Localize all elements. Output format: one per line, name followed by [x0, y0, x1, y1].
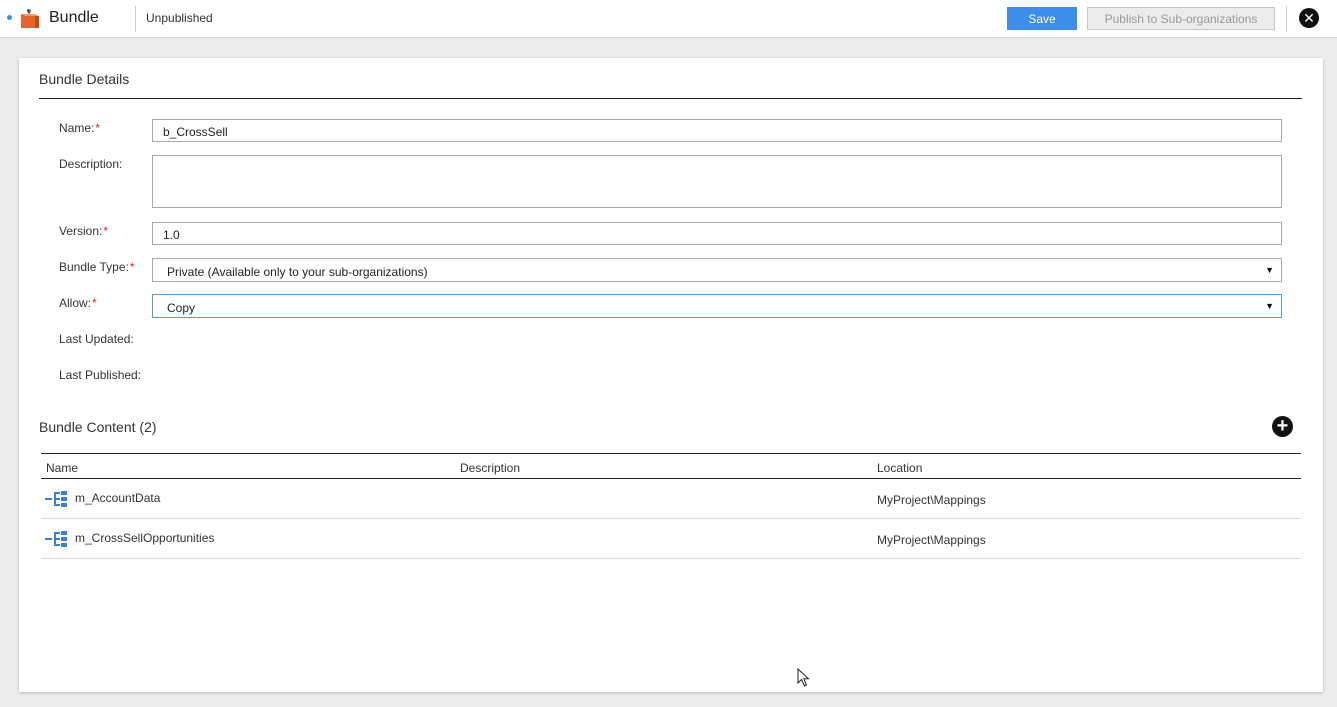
last-published-label: Last Published: [59, 368, 142, 382]
bundle-details-title: Bundle Details [39, 71, 130, 87]
column-header-description[interactable]: Description [460, 461, 520, 475]
column-header-location[interactable]: Location [877, 461, 922, 475]
description-textarea[interactable] [152, 155, 1282, 208]
header-divider [1286, 6, 1287, 32]
header-divider [135, 6, 136, 32]
chevron-down-icon: ▼ [1265, 265, 1274, 275]
row-name[interactable]: m_AccountData [75, 491, 160, 505]
section-divider [39, 98, 1302, 99]
close-icon[interactable]: ✕ [1299, 8, 1319, 28]
bundle-type-select[interactable]: Private (Available only to your sub-orga… [152, 258, 1282, 282]
bundle-type-value: Private (Available only to your sub-orga… [167, 265, 428, 279]
last-updated-label: Last Updated: [59, 332, 134, 346]
required-marker: * [92, 296, 97, 310]
mapping-icon [45, 531, 67, 547]
chevron-down-icon: ▼ [1265, 301, 1274, 311]
allow-select[interactable]: Copy ▼ [152, 294, 1282, 318]
required-marker: * [95, 121, 101, 135]
publish-status: Unpublished [146, 11, 213, 25]
name-label: Name:* [59, 121, 101, 135]
publish-button[interactable]: Publish to Sub-organizations [1087, 7, 1275, 30]
bundle-type-label: Bundle Type:* [59, 260, 135, 274]
bundle-box-icon [21, 9, 39, 28]
version-input[interactable]: 1.0 [152, 222, 1282, 245]
bundle-panel: Bundle Details Name:* b_CrossSell Descri… [19, 58, 1323, 692]
save-button[interactable]: Save [1007, 7, 1077, 30]
app-header: Bundle Unpublished Save Publish to Sub-o… [0, 0, 1337, 38]
row-location: MyProject\Mappings [877, 493, 986, 507]
table-divider [41, 453, 1301, 454]
allow-label: Allow:* [59, 296, 97, 310]
status-dot-icon [7, 15, 12, 20]
required-marker: * [103, 224, 109, 238]
name-input[interactable]: b_CrossSell [152, 119, 1282, 142]
app-title: Bundle [49, 9, 99, 26]
description-label: Description: [59, 157, 123, 171]
column-header-name[interactable]: Name [46, 461, 78, 475]
table-row[interactable]: m_CrossSellOpportunities MyProject\Mappi… [41, 519, 1301, 559]
mapping-icon [45, 491, 67, 507]
required-marker: * [129, 260, 135, 274]
table-row[interactable]: m_AccountData MyProject\Mappings [41, 479, 1301, 519]
add-circle-icon[interactable]: + [1272, 416, 1293, 437]
allow-value: Copy [167, 301, 196, 315]
mouse-cursor-icon [797, 668, 810, 687]
version-label: Version:* [59, 224, 109, 238]
row-location: MyProject\Mappings [877, 533, 986, 547]
bundle-content-title: Bundle Content (2) [39, 419, 157, 435]
row-name[interactable]: m_CrossSellOpportunities [75, 531, 214, 545]
